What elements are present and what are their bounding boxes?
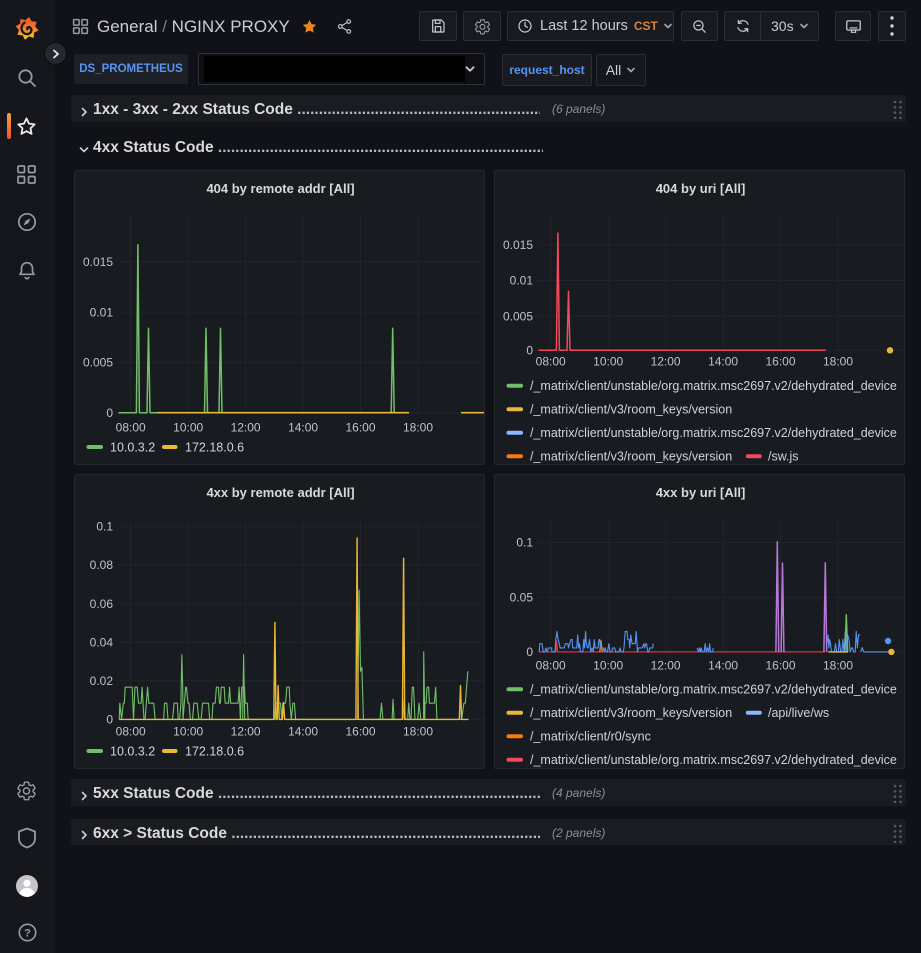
svg-text:12:00: 12:00 — [651, 355, 681, 369]
svg-text:10.0.3.2: 10.0.3.2 — [110, 744, 155, 758]
svg-text:0: 0 — [106, 713, 113, 727]
svg-text:10:00: 10:00 — [593, 659, 623, 673]
svg-text:0.1: 0.1 — [516, 536, 533, 550]
svg-text:404 by uri [All]: 404 by uri [All] — [656, 181, 746, 196]
svg-text:/_matrix/client/unstable/org.m: /_matrix/client/unstable/org.matrix.msc2… — [530, 426, 897, 440]
svg-text:/_matrix/client/v3/room_keys/v: /_matrix/client/v3/room_keys/version — [530, 706, 732, 720]
svg-text:10:00: 10:00 — [173, 421, 203, 435]
svg-text:18:00: 18:00 — [823, 659, 853, 673]
svg-text:0.01: 0.01 — [510, 274, 534, 288]
svg-text:12:00: 12:00 — [231, 421, 261, 435]
svg-text:0: 0 — [526, 645, 533, 659]
svg-text:16:00: 16:00 — [765, 355, 795, 369]
svg-text:14:00: 14:00 — [708, 659, 738, 673]
svg-text:14:00: 14:00 — [288, 725, 318, 739]
svg-text:12:00: 12:00 — [231, 725, 261, 739]
svg-text:4xx by uri [All]: 4xx by uri [All] — [656, 485, 746, 500]
svg-text:0.01: 0.01 — [90, 305, 114, 319]
svg-text:0.05: 0.05 — [510, 590, 534, 604]
svg-text:16:00: 16:00 — [765, 659, 795, 673]
svg-text:10:00: 10:00 — [593, 355, 623, 369]
svg-text:14:00: 14:00 — [288, 421, 318, 435]
svg-text:0.015: 0.015 — [83, 255, 113, 269]
svg-text:14:00: 14:00 — [708, 355, 738, 369]
svg-text:16:00: 16:00 — [345, 725, 375, 739]
svg-text:172.18.0.6: 172.18.0.6 — [185, 744, 244, 758]
svg-text:/_matrix/client/r0/sync: /_matrix/client/r0/sync — [530, 730, 651, 744]
svg-text:/_matrix/client/unstable/org.m: /_matrix/client/unstable/org.matrix.msc2… — [530, 379, 897, 393]
svg-text:10:00: 10:00 — [173, 725, 203, 739]
svg-text:0.04: 0.04 — [90, 635, 114, 649]
svg-text:0.1: 0.1 — [96, 520, 113, 534]
svg-text:0.06: 0.06 — [90, 597, 114, 611]
svg-text:18:00: 18:00 — [403, 421, 433, 435]
svg-text:/_matrix/client/unstable/org.m: /_matrix/client/unstable/org.matrix.msc2… — [530, 753, 897, 767]
svg-text:/api/live/ws: /api/live/ws — [768, 706, 829, 720]
svg-text:/_matrix/client/unstable/org.m: /_matrix/client/unstable/org.matrix.msc2… — [530, 683, 897, 697]
svg-text:08:00: 08:00 — [116, 421, 146, 435]
svg-text:18:00: 18:00 — [403, 725, 433, 739]
svg-text:10.0.3.2: 10.0.3.2 — [110, 440, 155, 454]
svg-text:08:00: 08:00 — [536, 659, 566, 673]
svg-text:/_matrix/client/v3/room_keys/v: /_matrix/client/v3/room_keys/version — [530, 403, 732, 417]
svg-text:172.18.0.6: 172.18.0.6 — [185, 440, 244, 454]
svg-text:/_matrix/client/v3/room_keys/v: /_matrix/client/v3/room_keys/version — [530, 450, 732, 464]
svg-text:0.005: 0.005 — [503, 309, 533, 323]
svg-text:18:00: 18:00 — [823, 355, 853, 369]
svg-text:0.005: 0.005 — [83, 356, 113, 370]
svg-text:0.08: 0.08 — [90, 558, 114, 572]
svg-text:08:00: 08:00 — [116, 725, 146, 739]
svg-text:0.02: 0.02 — [90, 674, 114, 688]
svg-text:12:00: 12:00 — [651, 659, 681, 673]
svg-text:?: ? — [24, 928, 31, 940]
svg-text:0: 0 — [106, 406, 113, 420]
svg-text:404 by remote addr [All]: 404 by remote addr [All] — [206, 181, 354, 196]
svg-text:16:00: 16:00 — [345, 421, 375, 435]
svg-text:0.015: 0.015 — [503, 238, 533, 252]
svg-text:0: 0 — [526, 344, 533, 358]
svg-text:/sw.js: /sw.js — [768, 450, 799, 464]
svg-text:4xx by remote addr [All]: 4xx by remote addr [All] — [206, 485, 354, 500]
svg-text:08:00: 08:00 — [536, 355, 566, 369]
